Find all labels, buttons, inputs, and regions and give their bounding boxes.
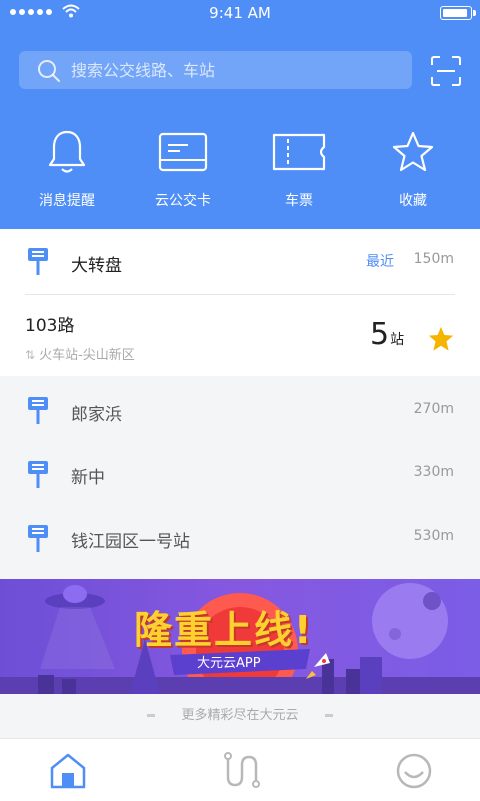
status-time: 9:41 AM (209, 4, 271, 22)
banner-headline: 隆重上线! (134, 608, 314, 652)
more-footer: 更多精彩尽在大元云 (0, 694, 480, 738)
banner-app-name: 大元云APP (197, 656, 261, 671)
search-icon (38, 60, 60, 82)
quick-action-label: 车票 (285, 193, 313, 209)
route-direction-text: 火车站-尖山新区 (39, 348, 135, 363)
divider (25, 294, 455, 295)
stop-distance: 330m (413, 464, 454, 480)
quick-action-label: 收藏 (399, 193, 427, 209)
list-item[interactable]: 新中 330m (0, 441, 480, 505)
search-bar[interactable] (19, 51, 412, 89)
card-icon (158, 132, 208, 172)
list-item[interactable]: 钱江园区一号站 530m (0, 505, 480, 569)
quick-action-favorites[interactable]: 收藏 (365, 127, 461, 210)
stop-name: 大转盘 (71, 256, 122, 276)
scan-icon[interactable] (430, 55, 462, 87)
dash-right (324, 714, 333, 717)
direction-icon: ⇅ (25, 348, 36, 362)
route-name: 103路 (25, 316, 75, 336)
nearby-stops-list: 郎家浜 270m 新中 330m 钱江园区一号站 530m (0, 376, 480, 570)
dash-left (147, 714, 156, 717)
bus-stop-icon (28, 461, 48, 488)
nearest-stop-row[interactable]: 大转盘 最近 150m (0, 229, 480, 293)
bus-stop-icon (28, 248, 48, 275)
profile-icon[interactable] (394, 751, 434, 791)
bell-icon (48, 130, 86, 173)
list-item[interactable]: 郎家浜 270m (0, 377, 480, 441)
favorite-star-icon[interactable] (427, 325, 455, 353)
bus-stop-icon (28, 397, 48, 424)
stations-away: 5站 (370, 317, 404, 352)
promo-banner[interactable]: 隆重上线! 大元云APP (0, 579, 480, 694)
stations-count: 5 (370, 317, 390, 352)
stations-unit: 站 (390, 332, 405, 348)
bus-stop-icon (28, 525, 48, 552)
route-direction: ⇅ 火车站-尖山新区 (25, 344, 135, 363)
search-input[interactable] (71, 51, 401, 89)
home-icon[interactable] (48, 751, 88, 791)
stop-distance: 150m (413, 251, 454, 267)
tab-bar (0, 738, 480, 801)
header: 9:41 AM 消息提醒 云公交卡 (0, 0, 480, 229)
quick-action-label: 消息提醒 (39, 193, 95, 209)
battery-icon (440, 6, 476, 20)
nearest-stop-card[interactable]: 大转盘 最近 150m 103路 ⇅ 火车站-尖山新区 5站 (0, 229, 480, 376)
quick-action-ticket[interactable]: 车票 (251, 127, 347, 210)
stop-name: 钱江园区一号站 (71, 532, 190, 552)
more-text: 更多精彩尽在大元云 (181, 708, 299, 723)
status-bar: 9:41 AM (0, 0, 480, 26)
star-outline-icon (392, 131, 434, 172)
stop-distance: 530m (413, 528, 454, 544)
route-icon[interactable] (222, 751, 262, 791)
stop-distance: 270m (413, 401, 454, 417)
quick-action-cloud-card[interactable]: 云公交卡 (135, 127, 231, 210)
stop-name: 新中 (71, 468, 105, 488)
stop-name: 郎家浜 (71, 405, 122, 425)
recent-tag: 最近 (366, 254, 394, 270)
quick-action-label: 云公交卡 (155, 193, 211, 209)
quick-action-reminder[interactable]: 消息提醒 (19, 127, 115, 210)
ticket-icon (272, 133, 326, 171)
